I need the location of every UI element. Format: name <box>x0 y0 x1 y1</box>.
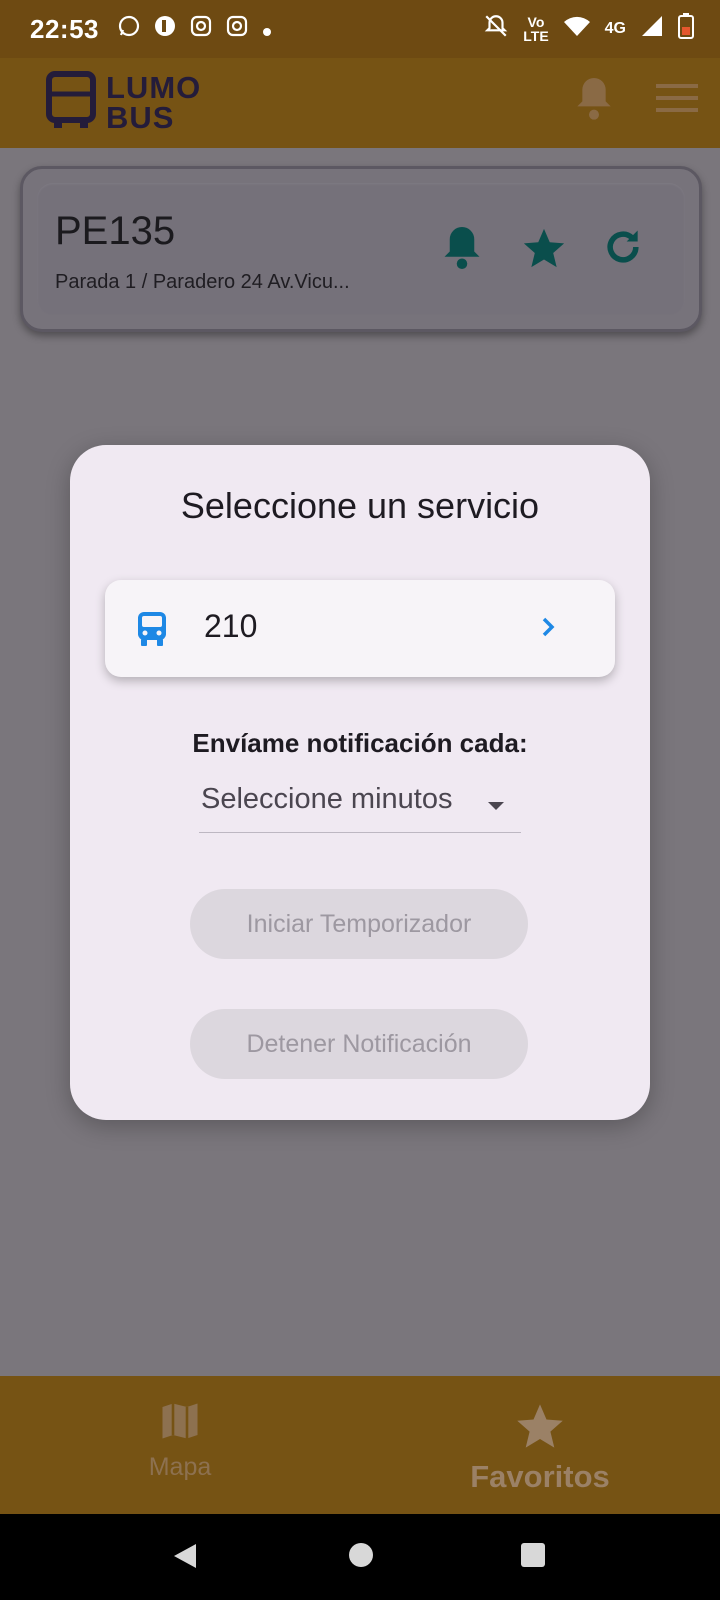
select-service-dialog: Seleccione un servicio 210 Envíame notif… <box>70 445 650 1120</box>
refresh-icon[interactable] <box>601 225 645 274</box>
chevron-right-icon <box>541 616 555 643</box>
nav-map[interactable]: Mapa <box>130 1400 230 1482</box>
logo-line1: LUMO <box>106 69 202 105</box>
back-icon[interactable] <box>172 1542 198 1575</box>
dropdown-arrow-icon <box>487 798 505 816</box>
lumobus-logo: LUMO BUS <box>46 70 201 135</box>
nav-favorites[interactable]: Favoritos <box>450 1400 630 1495</box>
nav-map-label: Mapa <box>148 1453 212 1481</box>
wifi-icon <box>563 14 591 45</box>
favorite-star-icon[interactable] <box>521 225 567 276</box>
whatsapp-icon <box>117 14 141 45</box>
stop-notification-button[interactable]: Detener Notificación <box>190 1009 528 1079</box>
volte-bottom: LTE <box>523 28 549 44</box>
menu-icon[interactable] <box>656 82 698 119</box>
stop-notification-bell-icon[interactable] <box>441 225 483 276</box>
mute-icon <box>483 13 509 46</box>
bottom-nav: Mapa Favoritos <box>0 1376 720 1514</box>
service-item[interactable]: 210 <box>105 580 615 677</box>
start-timer-button[interactable]: Iniciar Temporizador <box>190 889 528 959</box>
app-icon <box>153 14 177 45</box>
minutes-dropdown[interactable]: Seleccione minutos <box>199 775 521 833</box>
dot-icon <box>261 14 273 45</box>
notify-label: Envíame notificación cada: <box>192 728 528 758</box>
instagram-icon <box>225 14 249 45</box>
system-nav-bar <box>0 1514 720 1600</box>
map-icon <box>159 1403 201 1446</box>
nav-favorites-label: Favoritos <box>470 1459 610 1494</box>
bus-logo-icon <box>46 70 96 135</box>
notifications-bell-icon[interactable] <box>574 74 614 127</box>
volte-indicator: Vo LTE <box>523 15 548 43</box>
bus-icon <box>137 611 167 652</box>
stop-code: PE135 <box>55 209 176 253</box>
home-icon[interactable] <box>348 1542 374 1573</box>
stop-card-inner: PE135 Parada 1 / Paradero 24 Av.Vicu... <box>37 183 685 315</box>
stop-name: Parada 1 / Paradero 24 Av.Vicu... <box>55 271 350 293</box>
dialog-title: Seleccione un servicio <box>180 485 540 526</box>
signal-icon <box>640 14 664 45</box>
logo-line2: BUS <box>106 99 175 135</box>
instagram-icon <box>189 14 213 45</box>
star-icon <box>514 1404 566 1456</box>
service-number: 210 <box>204 608 258 644</box>
battery-icon <box>678 12 694 46</box>
status-right: Vo LTE 4G <box>483 0 694 58</box>
app-header: LUMO BUS <box>0 58 720 148</box>
status-time: 22:53 <box>30 13 99 44</box>
network-type: 4G <box>604 20 626 37</box>
stop-card: PE135 Parada 1 / Paradero 24 Av.Vicu... <box>20 166 702 332</box>
minutes-placeholder: Seleccione minutos <box>201 783 453 815</box>
recents-icon[interactable] <box>520 1542 546 1573</box>
status-bar: 22:53 Vo LTE 4G <box>0 0 720 58</box>
